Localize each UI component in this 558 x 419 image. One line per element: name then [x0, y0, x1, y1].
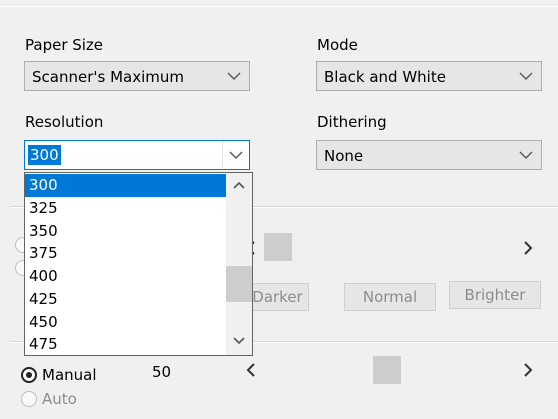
resolution-option[interactable]: 425	[25, 288, 226, 311]
brightness-slider-thumb[interactable]	[373, 356, 401, 384]
resolution-option[interactable]: 400	[25, 265, 226, 288]
dropdown-scrollbar[interactable]	[226, 173, 252, 355]
resolution-input[interactable]: 300	[28, 145, 61, 165]
resolution-option[interactable]: 475	[25, 333, 226, 356]
mode-select[interactable]: Black and White	[316, 61, 542, 91]
darker-button[interactable]: Darker	[246, 283, 309, 311]
resolution-option[interactable]: 450	[25, 311, 226, 334]
scroll-right-icon[interactable]	[523, 363, 533, 377]
resolution-combobox[interactable]: 300	[24, 140, 250, 170]
chevron-down-icon	[229, 151, 243, 159]
dithering-value: None	[324, 147, 364, 165]
resolution-option[interactable]: 375	[25, 242, 226, 265]
resolution-option[interactable]: 300	[25, 174, 226, 197]
chevron-down-icon[interactable]	[233, 337, 245, 345]
resolution-label: Resolution	[25, 113, 104, 131]
paper-size-select[interactable]: Scanner's Maximum	[24, 61, 250, 91]
dithering-label: Dithering	[317, 113, 387, 131]
auto-radio[interactable]	[21, 391, 37, 407]
chevron-down-icon	[519, 151, 533, 159]
normal-button[interactable]: Normal	[344, 283, 436, 311]
mode-label: Mode	[317, 36, 358, 54]
resolution-option[interactable]: 350	[25, 220, 226, 243]
brightness-value: 50	[152, 363, 172, 381]
chevron-down-icon	[519, 72, 533, 80]
top-border	[0, 0, 558, 7]
resolution-option[interactable]: 325	[25, 197, 226, 220]
paper-size-label: Paper Size	[25, 36, 104, 54]
resolution-dropdown-list[interactable]: 300 325 350 375 400 425 450 475	[24, 172, 253, 356]
contrast-slider-thumb[interactable]	[264, 233, 292, 261]
manual-label: Manual	[42, 366, 97, 384]
scroll-right-icon[interactable]	[523, 241, 533, 255]
paper-size-value: Scanner's Maximum	[32, 68, 184, 86]
manual-radio[interactable]	[21, 367, 37, 383]
resolution-dropdown-button[interactable]	[222, 141, 249, 169]
auto-label: Auto	[42, 390, 77, 408]
chevron-down-icon	[227, 72, 241, 80]
mode-value: Black and White	[324, 68, 446, 86]
dithering-select[interactable]: None	[316, 140, 542, 170]
chevron-up-icon[interactable]	[233, 181, 245, 189]
scroll-left-icon[interactable]	[246, 363, 256, 377]
brighter-button[interactable]: Brighter	[449, 281, 541, 309]
dropdown-scroll-thumb[interactable]	[226, 266, 252, 302]
